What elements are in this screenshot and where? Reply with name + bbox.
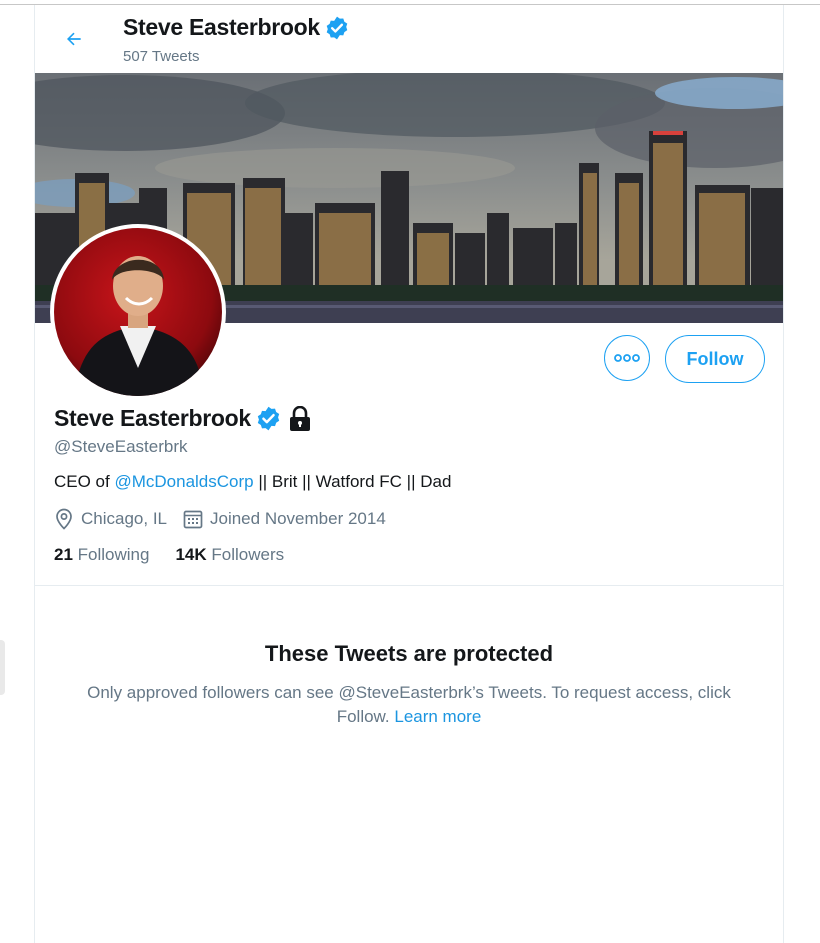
protected-message: Only approved followers can see @SteveEa… bbox=[59, 681, 759, 729]
followers-count: 14K bbox=[175, 545, 207, 564]
location: Chicago, IL bbox=[54, 508, 167, 530]
join-date-text: Joined November 2014 bbox=[210, 509, 386, 528]
page-edge-tab bbox=[0, 640, 5, 695]
avatar-image bbox=[54, 228, 222, 396]
back-arrow-icon bbox=[67, 32, 81, 46]
verified-badge-icon bbox=[257, 406, 280, 431]
calendar-icon bbox=[183, 510, 203, 529]
back-button[interactable] bbox=[57, 25, 91, 53]
tweet-count: 507 Tweets bbox=[123, 48, 200, 65]
more-options-icon bbox=[614, 354, 640, 362]
followers-link[interactable]: 14K Followers bbox=[175, 545, 284, 565]
join-date: Joined November 2014 bbox=[183, 509, 386, 529]
following-label: Following bbox=[77, 545, 150, 564]
bio-mention-link[interactable]: @McDonaldsCorp bbox=[114, 472, 253, 491]
profile-handle: @SteveEasterbrk bbox=[54, 437, 188, 456]
protected-title: These Tweets are protected bbox=[264, 641, 554, 666]
profile-header: Steve Easterbrook 507 Tweets bbox=[35, 5, 783, 73]
bio-prefix: CEO of bbox=[54, 472, 115, 491]
profile-name: Steve Easterbrook bbox=[54, 405, 251, 431]
location-pin-icon bbox=[56, 508, 72, 530]
profile-bio: CEO of @McDonaldsCorp || Brit || Watford… bbox=[54, 472, 451, 492]
learn-more-link[interactable]: Learn more bbox=[394, 707, 481, 726]
header-name: Steve Easterbrook bbox=[123, 14, 320, 40]
header-title: Steve Easterbrook bbox=[123, 14, 350, 41]
followers-label: Followers bbox=[211, 545, 285, 564]
following-link[interactable]: 21 Following bbox=[54, 545, 149, 565]
profile-meta: Chicago, IL Joined November 2014 bbox=[54, 508, 402, 530]
more-options-button[interactable] bbox=[604, 335, 650, 381]
follow-button[interactable]: Follow bbox=[665, 335, 765, 383]
bio-suffix: || Brit || Watford FC || Dad bbox=[253, 472, 452, 491]
profile-avatar[interactable] bbox=[50, 224, 226, 400]
following-count: 21 bbox=[54, 545, 73, 564]
lock-icon bbox=[289, 405, 310, 431]
verified-badge-icon bbox=[326, 16, 348, 39]
profile-stats: 21 Following 14K Followers bbox=[54, 545, 310, 565]
location-text: Chicago, IL bbox=[81, 509, 167, 528]
section-divider bbox=[35, 585, 783, 586]
profile-name-row: Steve Easterbrook bbox=[54, 405, 312, 432]
profile-column: Steve Easterbrook 507 Tweets Follow Stev… bbox=[34, 5, 784, 943]
